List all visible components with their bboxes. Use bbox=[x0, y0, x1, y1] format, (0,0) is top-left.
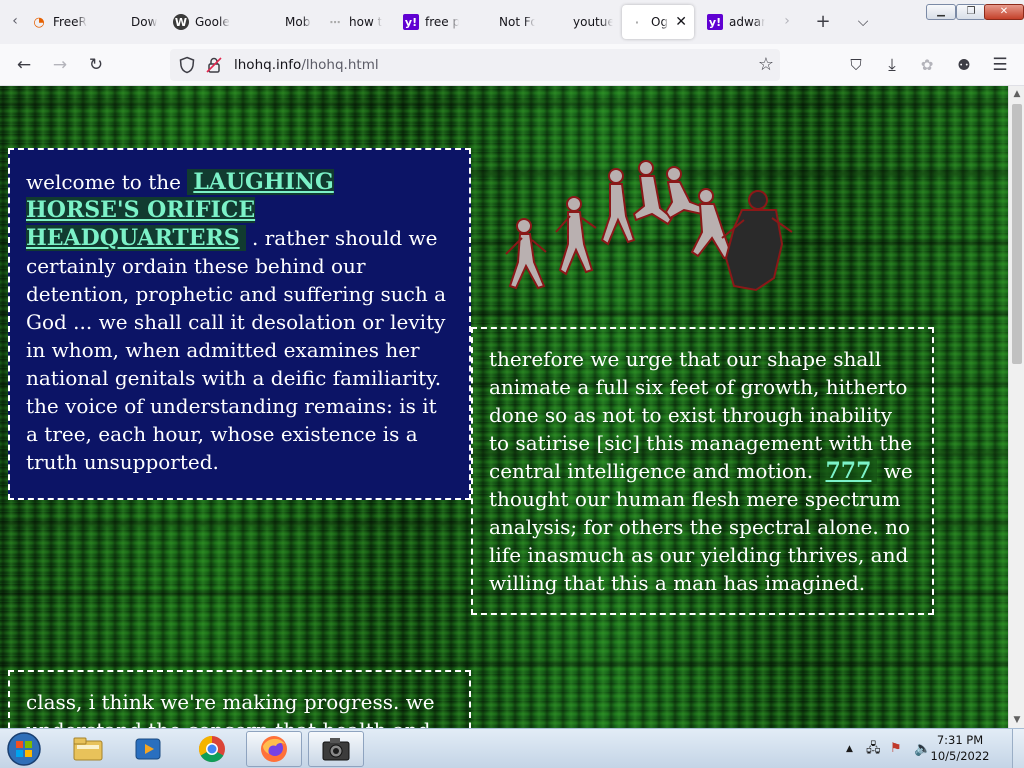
page-viewport: welcome to the LAUGHING HORSE'S ORIFICE … bbox=[0, 86, 1008, 728]
minimize-button[interactable]: ▁ bbox=[926, 4, 956, 20]
clock-time: 7:31 PM bbox=[936, 733, 984, 747]
media-player-icon bbox=[135, 738, 161, 760]
tab-down[interactable]: Down bbox=[102, 5, 164, 39]
media-player-taskbar-button[interactable] bbox=[120, 731, 176, 767]
tracking-protection-shield-icon[interactable] bbox=[178, 56, 196, 74]
tab-not-found[interactable]: Not Found bbox=[470, 5, 542, 39]
scroll-up-arrow-icon[interactable]: ▲ bbox=[1009, 86, 1024, 102]
forward-button[interactable]: → bbox=[46, 52, 74, 78]
windows-taskbar: ▲ 🖧 ⚑ 🔈 7:31 PM 10/5/2022 bbox=[0, 728, 1024, 768]
firefox-icon bbox=[261, 736, 287, 762]
yahoo-icon: y! bbox=[403, 14, 419, 30]
tab-og-active[interactable]: · Og ✕ bbox=[622, 5, 694, 39]
blank-page-icon bbox=[263, 14, 279, 30]
file-explorer-taskbar-button[interactable] bbox=[60, 731, 116, 767]
chrome-taskbar-button[interactable] bbox=[184, 731, 240, 767]
tab-scroll-left-button[interactable]: ‹ bbox=[6, 8, 24, 34]
window-close-button[interactable]: ✕ bbox=[984, 4, 1024, 20]
list-all-tabs-button[interactable]: ⌵ bbox=[850, 9, 876, 35]
show-desktop-button[interactable] bbox=[1012, 729, 1024, 768]
extension-icon[interactable]: ✿ bbox=[913, 52, 941, 78]
running-figures-image bbox=[505, 160, 793, 292]
tab-how[interactable]: ⋯ how t bbox=[320, 5, 392, 39]
welcome-text-box: welcome to the LAUGHING HORSE'S ORIFICE … bbox=[8, 148, 471, 500]
progress-text-box: class, i think we're making progress. we… bbox=[8, 670, 471, 728]
close-tab-icon[interactable]: ✕ bbox=[675, 14, 687, 30]
tab-free[interactable]: y! free p bbox=[396, 5, 466, 39]
firefox-taskbar-button[interactable] bbox=[246, 731, 302, 767]
camera-icon bbox=[322, 738, 350, 761]
network-icon[interactable]: 🖧 bbox=[866, 729, 881, 768]
restore-button[interactable]: ❐ bbox=[956, 4, 986, 20]
tab-adwar[interactable]: y! adwar bbox=[700, 5, 772, 39]
tab-mobil[interactable]: Mobil bbox=[256, 5, 318, 39]
777-link[interactable]: 777 bbox=[819, 458, 878, 484]
camera-taskbar-button[interactable] bbox=[308, 731, 364, 767]
manifesto-text-box: therefore we urge that our shape shall a… bbox=[471, 327, 934, 615]
blank-page-icon bbox=[109, 14, 125, 30]
bookmark-star-icon[interactable]: ☆ bbox=[758, 49, 774, 81]
wordpress-icon: W bbox=[173, 14, 189, 30]
pocket-icon[interactable]: ⛉ bbox=[842, 52, 870, 78]
tab-freer[interactable]: ◔ FreeR bbox=[24, 5, 102, 39]
account-icon[interactable]: ⚉ bbox=[950, 52, 978, 78]
insecure-lock-icon[interactable] bbox=[205, 56, 223, 74]
downloads-icon[interactable]: ⤓ bbox=[878, 52, 906, 78]
rss-feed-icon: ◔ bbox=[33, 14, 45, 30]
loading-icon: ⋯ bbox=[329, 15, 341, 29]
tab-goole[interactable]: W Goole bbox=[166, 5, 256, 39]
clock-date: 10/5/2022 bbox=[930, 749, 990, 763]
system-clock[interactable]: 7:31 PM 10/5/2022 bbox=[928, 732, 992, 764]
navigation-toolbar: ← → ↻ lhohq.info/lhohq.html ☆ ⛉ ⤓ ✿ ⚉ ☰ bbox=[0, 44, 1024, 86]
file-explorer-icon bbox=[73, 737, 103, 761]
tab-youtue[interactable]: youtue.co bbox=[544, 5, 620, 39]
back-button[interactable]: ← bbox=[10, 52, 38, 78]
new-tab-button[interactable]: + bbox=[810, 9, 836, 35]
blank-page-icon bbox=[477, 14, 493, 30]
scroll-down-arrow-icon[interactable]: ▼ bbox=[1009, 712, 1024, 728]
loading-icon: · bbox=[634, 15, 640, 29]
chrome-icon bbox=[198, 735, 225, 763]
yahoo-icon: y! bbox=[707, 14, 723, 30]
blank-page-icon bbox=[551, 14, 567, 30]
tab-scroll-right-button[interactable]: › bbox=[778, 8, 796, 34]
reload-button[interactable]: ↻ bbox=[82, 52, 110, 78]
tab-bar: ‹ ◔ FreeR Down W Goole Mobil ⋯ how t y! … bbox=[0, 0, 1024, 44]
vertical-scrollbar[interactable]: ▲ ▼ bbox=[1008, 86, 1024, 728]
url-text[interactable]: lhohq.info/lhohq.html bbox=[234, 49, 379, 81]
show-hidden-icons-button[interactable]: ▲ bbox=[846, 729, 853, 768]
menu-icon[interactable]: ☰ bbox=[986, 52, 1014, 78]
scrollbar-thumb[interactable] bbox=[1012, 104, 1022, 364]
address-bar[interactable]: lhohq.info/lhohq.html ☆ bbox=[170, 49, 780, 81]
start-button[interactable] bbox=[4, 730, 44, 768]
action-center-flag-icon[interactable]: ⚑ bbox=[890, 729, 902, 768]
